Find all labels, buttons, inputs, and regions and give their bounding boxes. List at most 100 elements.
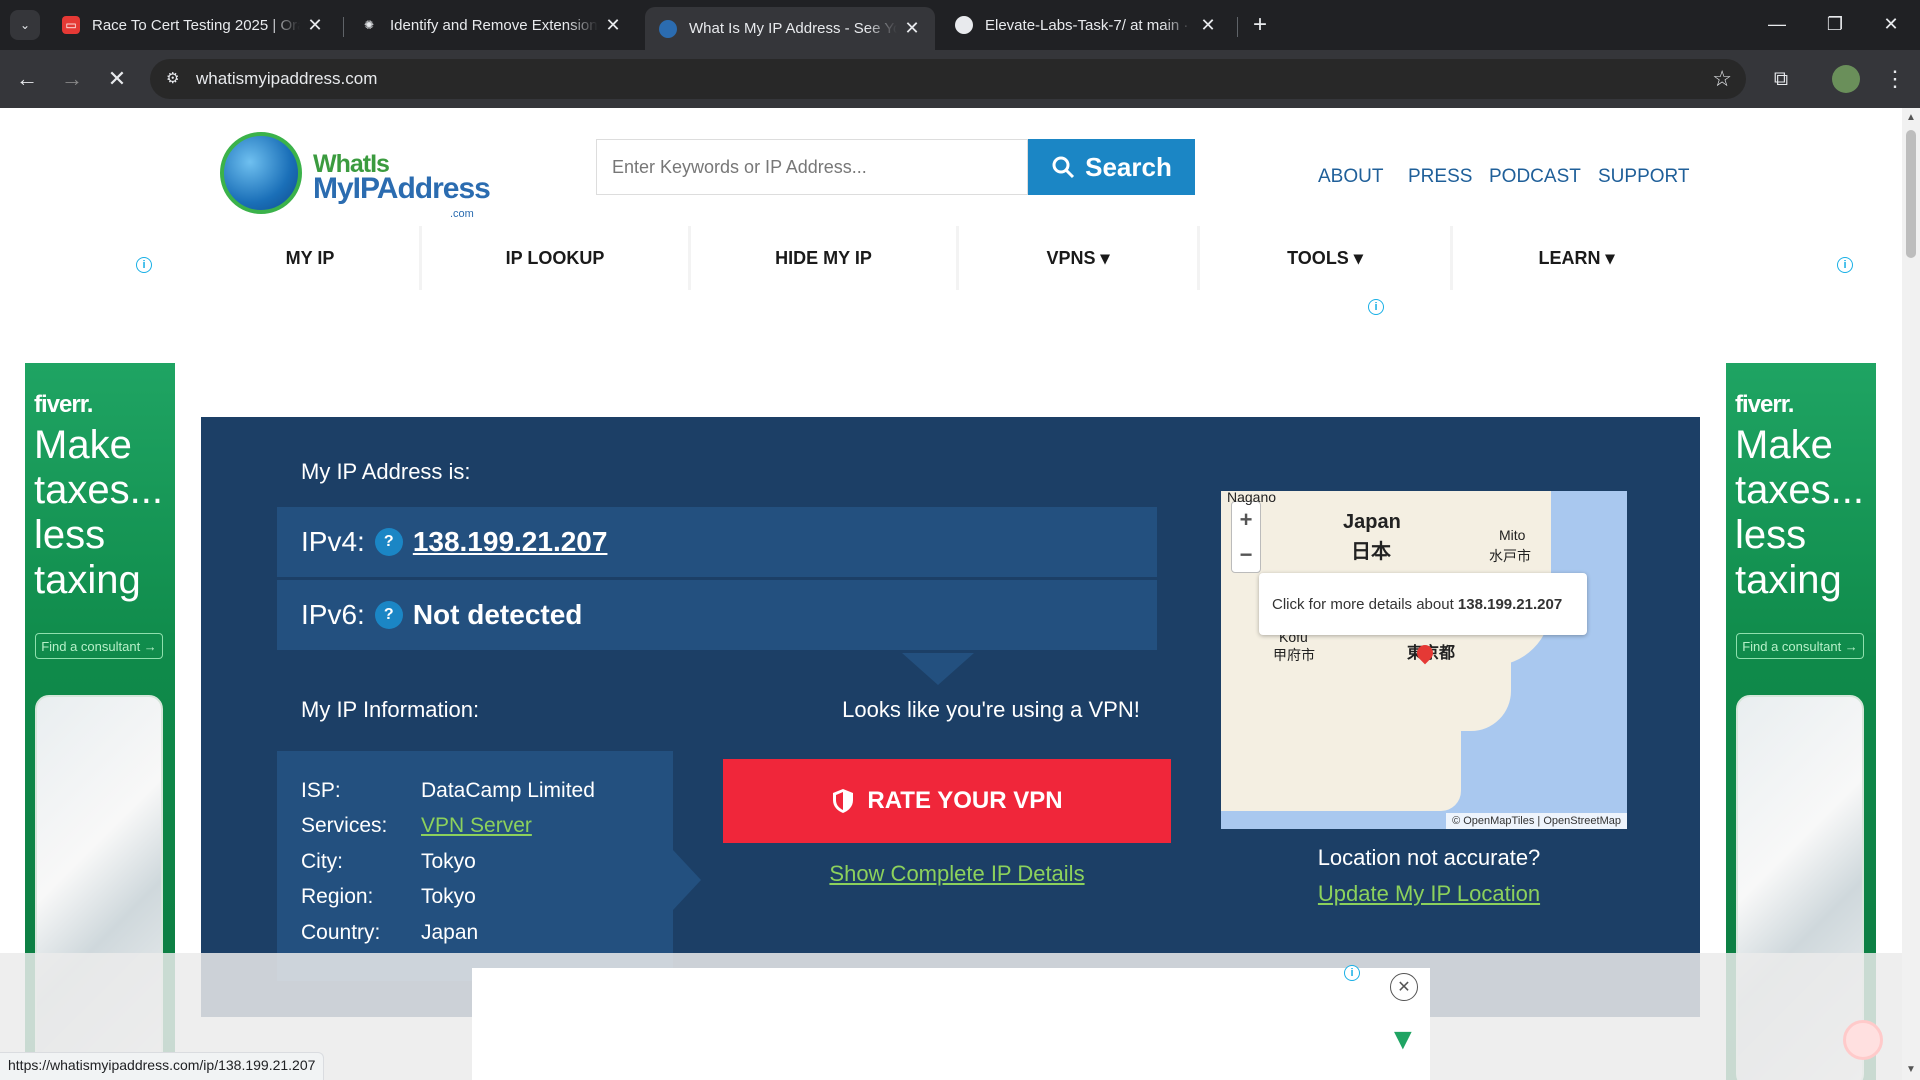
close-icon[interactable]: ✕ bbox=[1199, 15, 1217, 36]
nav-my-ip[interactable]: MY IP bbox=[201, 226, 419, 290]
info-value: Tokyo bbox=[421, 885, 476, 909]
ip-info-heading: My IP Information: bbox=[301, 697, 480, 722]
tab-search-button[interactable]: ⌄ bbox=[10, 10, 40, 40]
show-complete-details-link[interactable]: Show Complete IP Details bbox=[811, 841, 1103, 887]
tab-extensions[interactable]: ✺ Identify and Remove Extensions ✕ bbox=[346, 7, 636, 43]
close-window-button[interactable]: ✕ bbox=[1862, 0, 1920, 48]
location-map[interactable]: +− Nagano Japan 日本 Mito 水戸市 Kofu 甲府市 東京都… bbox=[1221, 491, 1627, 829]
ad-info-icon[interactable]: i bbox=[1837, 257, 1853, 273]
rate-vpn-label: RATE YOUR VPN bbox=[867, 787, 1063, 814]
ad-info-icon[interactable]: i bbox=[136, 257, 152, 273]
address-bar[interactable]: ⚙ whatismyipaddress.com ☆ bbox=[150, 59, 1746, 99]
scroll-down-icon[interactable]: ▼ bbox=[1906, 1064, 1916, 1075]
my-ip-heading: My IP Address is: bbox=[301, 459, 471, 484]
search-button[interactable]: Search bbox=[1028, 139, 1195, 195]
back-button[interactable]: ← bbox=[12, 64, 42, 94]
main-nav: MY IP IP LOOKUP HIDE MY IP VPNS ▾ TOOLS … bbox=[201, 226, 1700, 290]
about-link[interactable]: ABOUT bbox=[1318, 166, 1383, 188]
help-question-icon[interactable]: ? bbox=[374, 528, 403, 556]
site-info-icon[interactable]: ⚙ bbox=[166, 69, 186, 89]
ipv4-label: IPv4: bbox=[301, 526, 365, 557]
help-question-icon[interactable]: ? bbox=[374, 601, 403, 629]
menu-kebab-icon[interactable]: ⋮ bbox=[1880, 64, 1910, 94]
close-icon[interactable]: ✕ bbox=[306, 15, 324, 36]
nav-vpns[interactable]: VPNS ▾ bbox=[959, 226, 1197, 290]
map-zoom-control[interactable]: + − bbox=[1231, 501, 1261, 573]
tab-whatismyip[interactable]: What Is My IP Address - See Your Public … bbox=[645, 7, 935, 50]
vpn-server-link[interactable]: VPN Server bbox=[421, 814, 532, 838]
ad-headline: Make taxes... less taxing bbox=[1735, 423, 1864, 602]
search-input[interactable]: Enter Keywords or IP Address... bbox=[596, 139, 1028, 195]
info-row-region: Region: Tokyo bbox=[301, 880, 649, 916]
tab-bar: ⌄ ▭ Race To Cert Testing 2025 | Oracle ✕… bbox=[0, 0, 1920, 50]
ad-cta-button[interactable]: Find a consultant → bbox=[1736, 633, 1864, 659]
nav-hide-my-ip[interactable]: HIDE MY IP bbox=[691, 226, 956, 290]
vpn-message: Looks like you're using a VPN! bbox=[842, 697, 1140, 722]
site-logo[interactable]: WhatIs MyIPAddress .com bbox=[218, 130, 491, 220]
forward-button[interactable]: → bbox=[57, 64, 87, 94]
pointer-notch bbox=[902, 653, 974, 685]
status-bar-url: https://whatismyipaddress.com/ip/138.199… bbox=[0, 1052, 325, 1080]
ipv4-row: IPv4: ? 138.199.21.207 bbox=[277, 507, 1157, 577]
minimize-button[interactable]: — bbox=[1748, 0, 1806, 48]
profile-avatar[interactable] bbox=[1832, 65, 1860, 93]
update-location-link[interactable]: Update My IP Location bbox=[1291, 881, 1567, 907]
bottom-ad-panel[interactable] bbox=[472, 968, 1430, 1080]
ip-info-box: ISP: DataCamp Limited Services: VPN Server… bbox=[277, 751, 673, 981]
map-label: 水戸市 bbox=[1489, 548, 1531, 564]
github-icon bbox=[955, 16, 973, 34]
close-icon[interactable]: ✕ bbox=[903, 18, 921, 39]
map-label: Mito bbox=[1499, 527, 1526, 543]
zoom-in-icon[interactable]: + bbox=[1240, 507, 1253, 533]
ad-info-icon[interactable]: i bbox=[1368, 299, 1384, 315]
support-link[interactable]: SUPPORT bbox=[1598, 166, 1690, 188]
restore-button[interactable]: ❐ bbox=[1806, 0, 1864, 48]
info-key: Country: bbox=[301, 920, 381, 944]
ad-info-icon[interactable]: i bbox=[1344, 965, 1360, 981]
tab-title: Identify and Remove Extensions bbox=[390, 16, 598, 34]
map-attribution[interactable]: © OpenMapTiles | OpenStreetMap bbox=[1446, 813, 1627, 829]
tab-oracle[interactable]: ▭ Race To Cert Testing 2025 | Oracle ✕ bbox=[48, 7, 338, 43]
tab-github[interactable]: Elevate-Labs-Task-7/ at main · code ✕ bbox=[941, 7, 1231, 43]
oracle-icon: ▭ bbox=[62, 16, 80, 34]
web-page: WhatIs MyIPAddress .com Enter Keywords o… bbox=[0, 108, 1902, 1080]
tooltip-ip: 138.199.21.207 bbox=[1457, 595, 1563, 613]
globe-logo-icon bbox=[220, 132, 302, 214]
scrollbar-thumb[interactable] bbox=[1906, 130, 1916, 258]
nav-tools[interactable]: TOOLS ▾ bbox=[1200, 226, 1450, 290]
tab-title: What Is My IP Address - See Your Public … bbox=[689, 20, 897, 37]
info-key: City: bbox=[301, 849, 343, 873]
press-link[interactable]: PRESS bbox=[1408, 166, 1472, 188]
ipv4-value-link[interactable]: 138.199.21.207 bbox=[413, 526, 608, 558]
close-ad-button[interactable]: ✕ bbox=[1390, 973, 1418, 1001]
rate-vpn-button[interactable]: RATE YOUR VPN bbox=[723, 759, 1171, 843]
close-icon[interactable]: ✕ bbox=[604, 15, 622, 36]
ad-cta-button[interactable]: Find a consultant → bbox=[35, 633, 163, 659]
info-key: Region: bbox=[301, 885, 374, 909]
help-chat-icon[interactable] bbox=[1843, 1020, 1883, 1060]
globe-icon bbox=[659, 19, 677, 38]
bookmark-star-icon[interactable]: ☆ bbox=[1712, 66, 1732, 92]
extensions-icon[interactable]: ⧉ bbox=[1766, 64, 1796, 94]
tooltip-text: Click for more details about bbox=[1272, 595, 1454, 613]
openai-icon: ✺ bbox=[363, 18, 375, 32]
map-label: 甲府市 bbox=[1273, 647, 1315, 663]
nav-learn[interactable]: LEARN ▾ bbox=[1453, 226, 1700, 290]
stop-loading-button[interactable]: ✕ bbox=[102, 64, 132, 94]
podcast-link[interactable]: PODCAST bbox=[1489, 166, 1581, 188]
ipv6-row: IPv6: ? Not detected bbox=[277, 580, 1157, 650]
logo-com: .com bbox=[450, 208, 474, 220]
url-text: whatismyipaddress.com bbox=[196, 69, 378, 88]
map-tooltip[interactable]: Click for more details about 138.199.21.… bbox=[1259, 573, 1587, 635]
info-row-city: City: Tokyo bbox=[301, 844, 649, 880]
scroll-up-icon[interactable]: ▲ bbox=[1906, 112, 1916, 123]
new-tab-button[interactable]: + bbox=[1245, 10, 1275, 40]
page-scrollbar[interactable]: ▲ ▼ bbox=[1902, 108, 1920, 1080]
location-question: Location not accurate? bbox=[1317, 845, 1541, 870]
info-row-isp: ISP: DataCamp Limited bbox=[301, 773, 649, 809]
zoom-out-icon[interactable]: − bbox=[1240, 542, 1253, 568]
pointer-notch bbox=[673, 850, 701, 910]
nav-ip-lookup[interactable]: IP LOOKUP bbox=[422, 226, 688, 290]
map-label: Japan bbox=[1343, 511, 1401, 533]
freestar-logo-icon[interactable]: ▼ bbox=[1388, 1023, 1418, 1057]
